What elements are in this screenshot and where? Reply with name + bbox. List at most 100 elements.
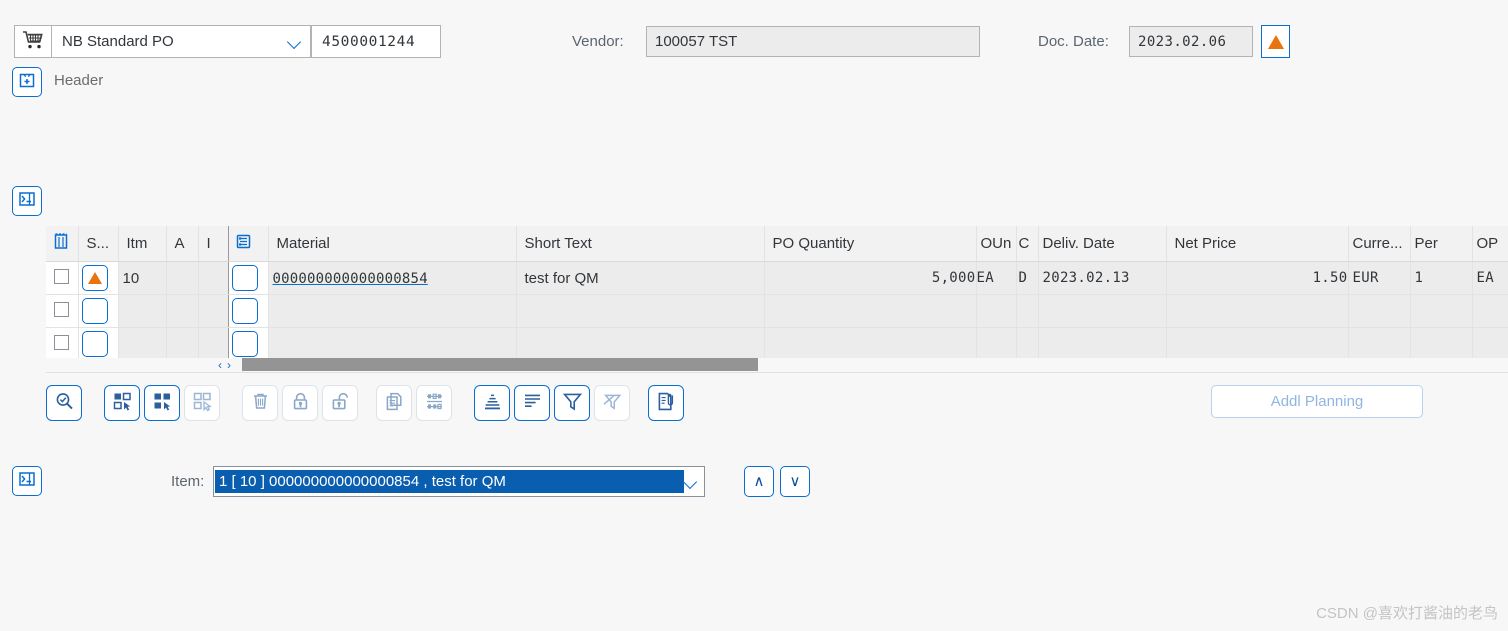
row-item-number[interactable] bbox=[118, 294, 167, 328]
row-status-button[interactable] bbox=[81, 331, 108, 357]
row-po-quantity[interactable]: 5,000 bbox=[764, 261, 977, 295]
clear-filter-button[interactable] bbox=[594, 385, 630, 421]
row-per[interactable]: 1 bbox=[1410, 261, 1473, 295]
po-number-input[interactable]: 4500001244 bbox=[311, 25, 441, 58]
scroll-arrows[interactable]: ‹ › bbox=[207, 358, 242, 372]
addl-planning-button[interactable]: Addl Planning bbox=[1211, 385, 1423, 418]
row-account-assignment[interactable] bbox=[166, 261, 199, 295]
row-material-link[interactable]: 000000000000000854 bbox=[273, 271, 428, 287]
col-header-item-category[interactable]: I bbox=[198, 226, 229, 262]
row-item-number[interactable]: 10 bbox=[118, 261, 167, 295]
select-all-button[interactable] bbox=[144, 385, 180, 421]
mass-change-button[interactable] bbox=[416, 385, 452, 421]
row-item-number[interactable] bbox=[118, 327, 167, 361]
select-mode-button[interactable] bbox=[104, 385, 140, 421]
col-header-currency[interactable]: Curre... bbox=[1348, 226, 1411, 262]
row-material-detail-cell[interactable] bbox=[228, 327, 269, 361]
row-status-button[interactable] bbox=[81, 265, 108, 291]
header-expand-button[interactable] bbox=[12, 67, 42, 97]
table-settings-header[interactable] bbox=[46, 226, 79, 262]
item-selector-dropdown[interactable]: 1 [ 10 ] 000000000000000854 , test for Q… bbox=[213, 466, 705, 497]
row-opun[interactable] bbox=[1472, 294, 1508, 328]
details-button[interactable] bbox=[46, 385, 82, 421]
row-select-checkbox-cell[interactable] bbox=[46, 261, 79, 295]
row-deliv-date[interactable]: 2023.02.13 bbox=[1038, 261, 1167, 295]
row-material-cell[interactable] bbox=[268, 327, 517, 361]
filter-button[interactable] bbox=[554, 385, 590, 421]
row-account-assignment[interactable] bbox=[166, 327, 199, 361]
row-po-quantity[interactable] bbox=[764, 327, 977, 361]
row-c[interactable]: D bbox=[1016, 261, 1039, 295]
row-material-cell[interactable] bbox=[268, 294, 517, 328]
row-oun[interactable] bbox=[976, 327, 1017, 361]
row-status-cell[interactable] bbox=[78, 327, 119, 361]
scroll-left-icon[interactable]: ‹ bbox=[218, 359, 222, 371]
row-status-button[interactable] bbox=[81, 298, 108, 324]
deselect-all-button[interactable] bbox=[184, 385, 220, 421]
table-row[interactable]: 10 000000000000000854 test for QM 5,000 … bbox=[46, 261, 1508, 295]
col-header-status[interactable]: S... bbox=[78, 226, 119, 262]
scrollbar-thumb[interactable] bbox=[242, 358, 758, 371]
unlock-button[interactable] bbox=[322, 385, 358, 421]
row-net-price[interactable] bbox=[1166, 294, 1349, 328]
chevron-down-icon[interactable] bbox=[684, 475, 698, 489]
col-header-deliv-date[interactable]: Deliv. Date bbox=[1038, 226, 1167, 262]
row-status-cell[interactable] bbox=[78, 294, 119, 328]
row-deliv-date[interactable] bbox=[1038, 294, 1167, 328]
row-account-assignment[interactable] bbox=[166, 294, 199, 328]
subtotal-button[interactable] bbox=[474, 385, 510, 421]
row-select-checkbox-cell[interactable] bbox=[46, 294, 79, 328]
row-short-text[interactable] bbox=[516, 294, 765, 328]
row-currency[interactable] bbox=[1348, 327, 1411, 361]
doc-date-input[interactable]: 2023.02.06 bbox=[1129, 26, 1253, 57]
col-header-po-quantity[interactable]: PO Quantity bbox=[764, 226, 977, 262]
row-material-detail-button[interactable] bbox=[231, 331, 258, 357]
row-material-detail-cell[interactable] bbox=[228, 294, 269, 328]
col-header-c[interactable]: C bbox=[1016, 226, 1039, 262]
next-item-button[interactable]: ∨ bbox=[780, 466, 810, 497]
row-material-detail-cell[interactable] bbox=[228, 261, 269, 295]
shopping-cart-button[interactable] bbox=[14, 25, 52, 58]
row-oun[interactable]: EA bbox=[976, 261, 1017, 295]
previous-item-button[interactable]: ∧ bbox=[744, 466, 774, 497]
scroll-right-icon[interactable]: › bbox=[227, 359, 231, 371]
row-item-category[interactable] bbox=[198, 294, 229, 328]
item-selector-value[interactable]: 1 [ 10 ] 000000000000000854 , test for Q… bbox=[215, 470, 684, 493]
items-panel-toggle[interactable] bbox=[12, 186, 42, 216]
col-header-oun[interactable]: OUn bbox=[976, 226, 1017, 262]
row-checkbox[interactable] bbox=[54, 301, 69, 317]
row-oun[interactable] bbox=[976, 294, 1017, 328]
lock-button[interactable] bbox=[282, 385, 318, 421]
col-header-opun[interactable]: OP bbox=[1472, 226, 1508, 262]
row-net-price[interactable] bbox=[1166, 327, 1349, 361]
messages-button[interactable] bbox=[1261, 25, 1290, 58]
col-header-short-text[interactable]: Short Text bbox=[516, 226, 765, 262]
row-currency[interactable]: EUR bbox=[1348, 261, 1411, 295]
row-per[interactable] bbox=[1410, 294, 1473, 328]
row-currency[interactable] bbox=[1348, 294, 1411, 328]
row-material-detail-button[interactable] bbox=[231, 298, 258, 324]
document-type-select[interactable]: NB Standard PO bbox=[52, 25, 311, 58]
col-header-material-icon[interactable] bbox=[228, 226, 269, 262]
row-net-price[interactable]: 1.50 bbox=[1166, 261, 1349, 295]
row-po-quantity[interactable] bbox=[764, 294, 977, 328]
col-header-material[interactable]: Material bbox=[268, 226, 517, 262]
row-select-checkbox-cell[interactable] bbox=[46, 327, 79, 361]
detail-panel-toggle[interactable] bbox=[12, 466, 42, 496]
table-row[interactable] bbox=[46, 327, 1508, 361]
row-c[interactable] bbox=[1016, 327, 1039, 361]
table-horizontal-scrollbar[interactable]: ‹ › bbox=[46, 358, 1508, 373]
delete-row-button[interactable] bbox=[242, 385, 278, 421]
copy-button[interactable] bbox=[376, 385, 412, 421]
row-status-cell[interactable] bbox=[78, 261, 119, 295]
row-short-text[interactable]: test for QM bbox=[516, 261, 765, 295]
col-header-account-assignment[interactable]: A bbox=[166, 226, 199, 262]
row-c[interactable] bbox=[1016, 294, 1039, 328]
attachment-button[interactable] bbox=[648, 385, 684, 421]
row-opun[interactable]: EA bbox=[1472, 261, 1508, 295]
col-header-net-price[interactable]: Net Price bbox=[1166, 226, 1349, 262]
row-material-detail-button[interactable] bbox=[231, 265, 258, 291]
row-checkbox[interactable] bbox=[54, 334, 69, 350]
row-deliv-date[interactable] bbox=[1038, 327, 1167, 361]
col-header-item[interactable]: Itm bbox=[118, 226, 167, 262]
